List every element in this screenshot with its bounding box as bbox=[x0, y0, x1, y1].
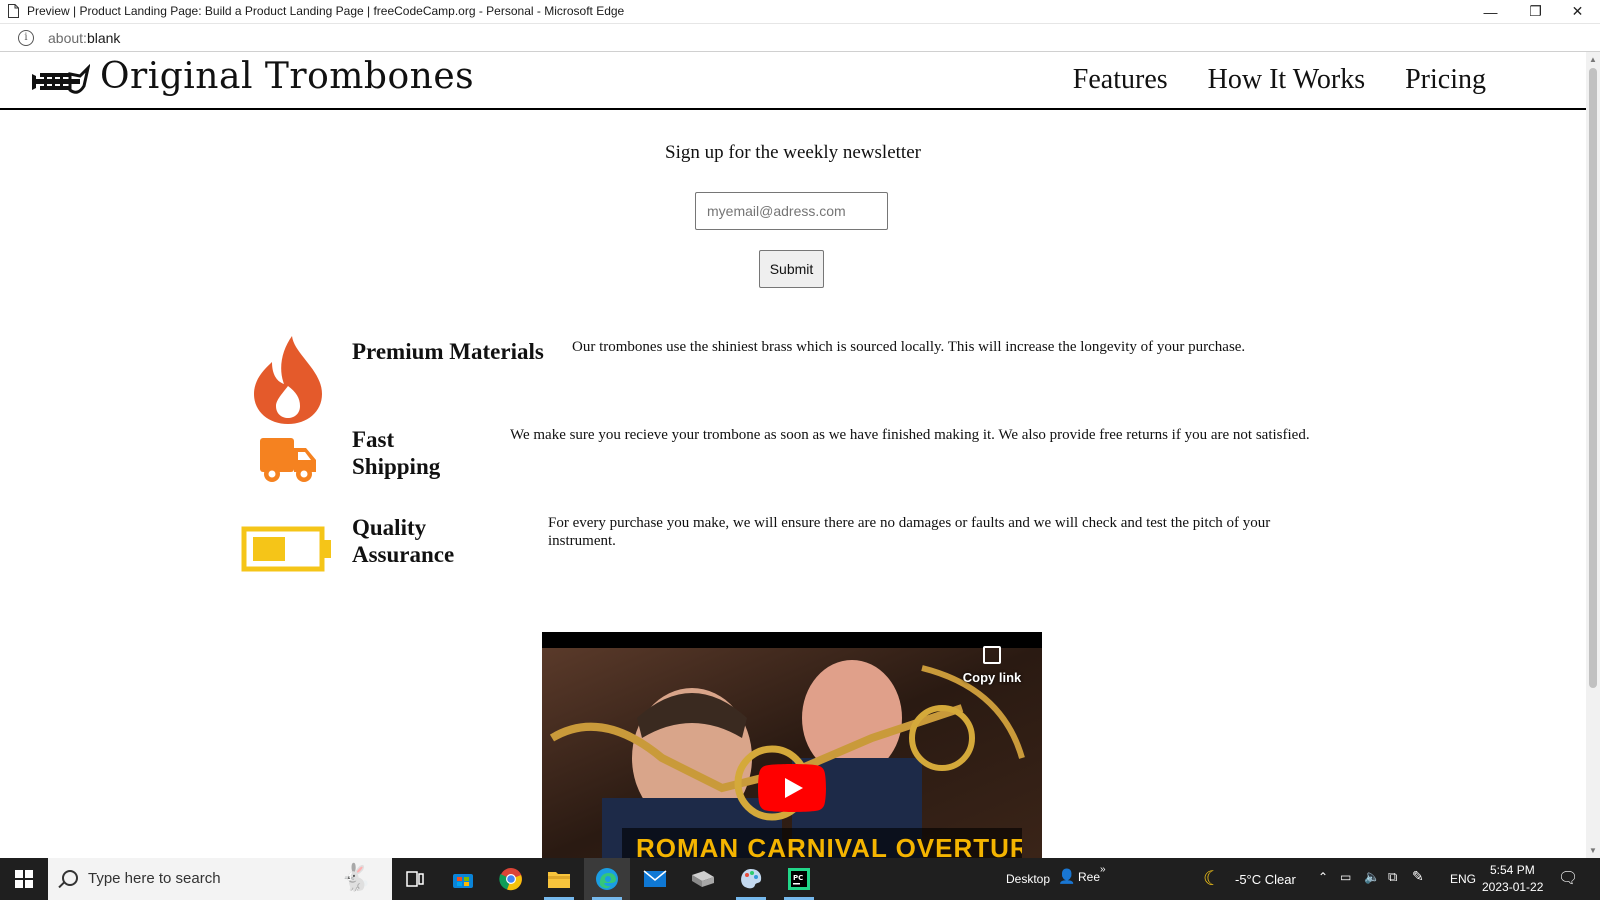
mail-icon[interactable] bbox=[632, 858, 678, 900]
close-button[interactable]: ✕ bbox=[1555, 0, 1600, 23]
notifications-icon[interactable]: 🗨 bbox=[1558, 868, 1578, 888]
weather-text[interactable]: -5°C Clear bbox=[1235, 872, 1296, 887]
bunny-icon: 🐇 bbox=[339, 862, 372, 892]
nav-link-how-it-works[interactable]: How It Works bbox=[1208, 64, 1365, 96]
page-icon bbox=[8, 4, 19, 18]
video-embed[interactable]: Copy link ROMAN CARNIVAL OVERTURE bbox=[542, 632, 1042, 858]
photos-icon[interactable] bbox=[680, 858, 726, 900]
submit-button[interactable]: Submit bbox=[759, 250, 824, 288]
nav-link-features[interactable]: Features bbox=[1073, 64, 1168, 96]
feature-title-fast-shipping: Fast Shipping bbox=[352, 427, 441, 479]
copy-icon bbox=[983, 646, 1001, 664]
scroll-down-icon[interactable]: ▼ bbox=[1589, 846, 1597, 855]
windows-taskbar: Type here to search 🐇 PC Desktop 👤 Ree »… bbox=[0, 858, 1600, 900]
start-button[interactable] bbox=[0, 858, 48, 900]
trumpet-logo-icon bbox=[32, 63, 90, 94]
feature-desc-premium-materials: Our trombones use the shiniest brass whi… bbox=[572, 339, 1246, 355]
scroll-up-icon[interactable]: ▲ bbox=[1589, 55, 1597, 64]
battery-tray-icon[interactable]: ▭ bbox=[1340, 870, 1351, 884]
url-scheme: about: bbox=[48, 30, 87, 46]
youtube-play-icon[interactable] bbox=[758, 764, 826, 812]
feature-desc-quality-assurance: For every purchase you make, we will ens… bbox=[548, 515, 1271, 549]
clock-time[interactable]: 5:54 PM bbox=[1490, 863, 1535, 877]
window-title: Preview | Product Landing Page: Build a … bbox=[27, 4, 625, 18]
copy-link-label: Copy link bbox=[962, 670, 1022, 685]
video-caption: ROMAN CARNIVAL OVERTURE bbox=[622, 828, 1022, 858]
nav-link-pricing[interactable]: Pricing bbox=[1405, 64, 1486, 96]
battery-icon bbox=[241, 526, 331, 572]
copy-link-button[interactable]: Copy link bbox=[962, 646, 1022, 685]
address-bar[interactable]: i about:blank bbox=[0, 23, 1600, 52]
windows-logo-icon bbox=[15, 870, 33, 888]
volume-icon[interactable]: 🔈 bbox=[1364, 869, 1380, 885]
feature-desc-fast-shipping: We make sure you recieve your trombone a… bbox=[510, 427, 1310, 443]
taskbar-search-box[interactable]: Type here to search 🐇 bbox=[48, 858, 392, 900]
email-input[interactable] bbox=[695, 192, 888, 230]
network-icon[interactable]: ⧉ bbox=[1388, 869, 1397, 885]
site-nav: Features How It Works Pricing bbox=[1073, 64, 1486, 96]
search-icon bbox=[62, 870, 78, 886]
site-header: Original Trombones Features How It Works… bbox=[0, 52, 1586, 110]
site-logo-text: Original Trombones bbox=[100, 56, 475, 97]
paint-icon[interactable] bbox=[728, 858, 774, 900]
store-icon[interactable] bbox=[440, 858, 486, 900]
info-icon[interactable]: i bbox=[18, 30, 34, 46]
edge-icon[interactable] bbox=[584, 858, 630, 900]
task-view-icon[interactable] bbox=[392, 858, 438, 900]
url-text[interactable]: about:blank bbox=[48, 30, 120, 46]
svg-text:PC: PC bbox=[793, 874, 803, 882]
feature-title-quality-assurance: Quality Assurance bbox=[352, 515, 455, 567]
fire-icon bbox=[254, 336, 322, 424]
show-hidden-icons[interactable]: ⌃ bbox=[1318, 870, 1328, 884]
toolbar-expand-icon[interactable]: » bbox=[1100, 864, 1106, 875]
vertical-scrollbar[interactable]: ▲ ▼ bbox=[1586, 52, 1600, 858]
feature-title-premium-materials: Premium Materials bbox=[352, 339, 544, 364]
user-icon[interactable]: 👤 bbox=[1058, 868, 1075, 885]
truck-icon bbox=[260, 438, 316, 482]
desktop-toolbar-label[interactable]: Desktop bbox=[1006, 872, 1050, 886]
chrome-icon[interactable] bbox=[488, 858, 534, 900]
pycharm-icon[interactable]: PC bbox=[776, 858, 822, 900]
window-title-bar: Preview | Product Landing Page: Build a … bbox=[0, 0, 1600, 23]
pen-icon[interactable]: ✎ bbox=[1412, 868, 1424, 885]
language-indicator[interactable]: ENG bbox=[1450, 872, 1476, 886]
restore-button[interactable]: ❐ bbox=[1513, 0, 1558, 23]
scroll-thumb[interactable] bbox=[1589, 68, 1597, 688]
newsletter-title: Sign up for the weekly newsletter bbox=[665, 142, 921, 163]
page-viewport: Original Trombones Features How It Works… bbox=[0, 52, 1586, 858]
minimize-button[interactable]: — bbox=[1468, 0, 1513, 23]
moon-weather-icon[interactable]: ☾ bbox=[1203, 866, 1221, 891]
taskbar-search-placeholder: Type here to search bbox=[88, 870, 221, 887]
file-explorer-icon[interactable] bbox=[536, 858, 582, 900]
user-toolbar-label[interactable]: Ree bbox=[1078, 870, 1100, 884]
clock-date[interactable]: 2023-01-22 bbox=[1482, 880, 1543, 894]
url-path: blank bbox=[86, 30, 121, 46]
